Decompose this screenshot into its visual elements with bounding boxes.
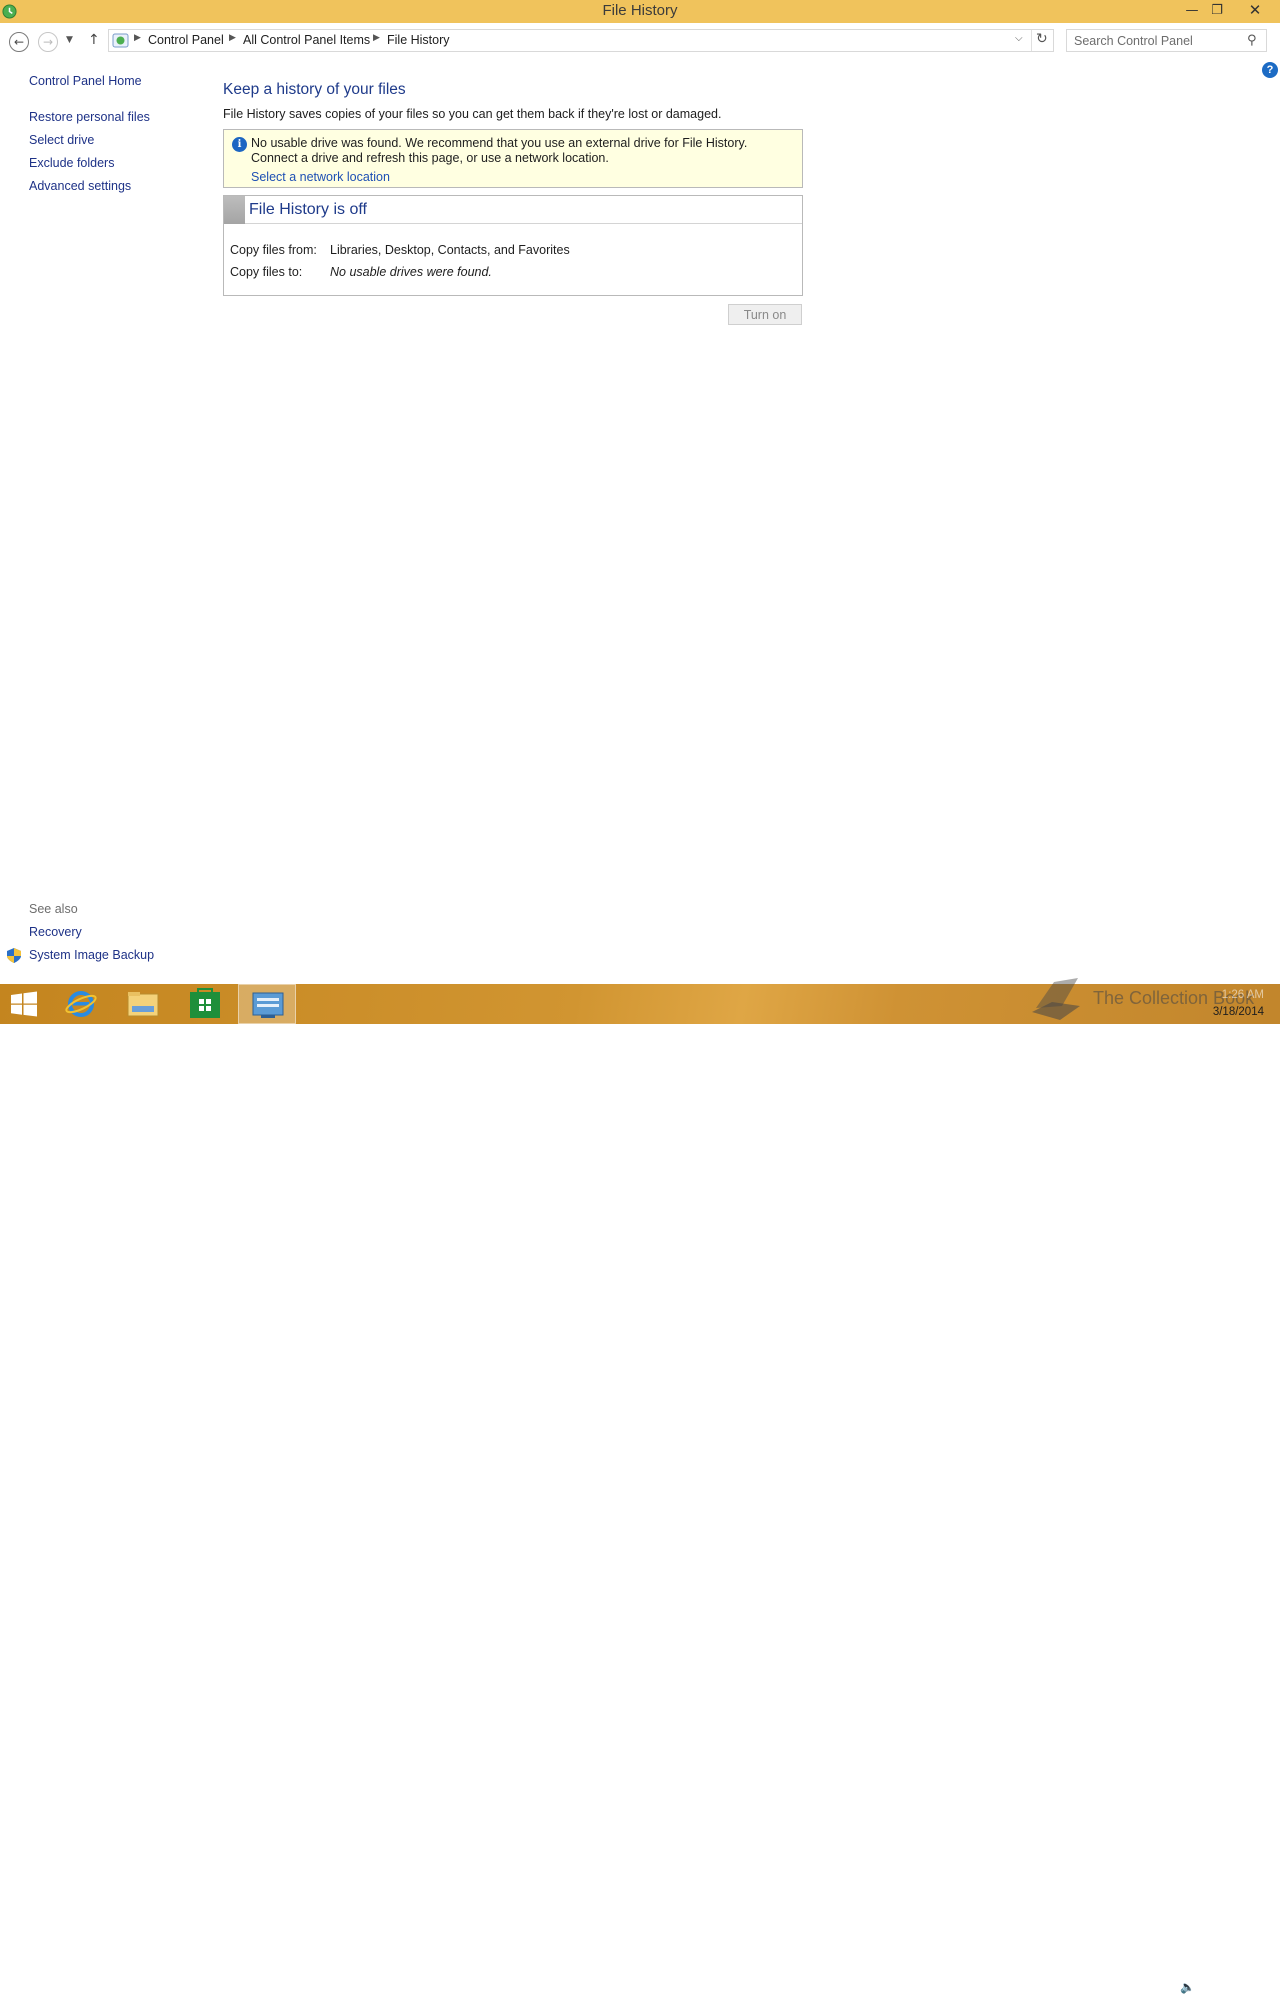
breadcrumb-separator-icon[interactable]: ▶ [229,33,236,43]
see-also-label: See also [29,902,78,916]
control-panel-icon [252,992,284,1018]
search-input[interactable] [1067,30,1242,51]
windows-logo-icon [11,991,37,1017]
address-divider [1031,30,1032,51]
advanced-settings-link[interactable]: Advanced settings [29,179,131,193]
arrow-left-icon: ← [13,35,25,49]
back-button[interactable]: ← [9,32,29,52]
uac-shield-icon [7,948,21,963]
show-hidden-icons-icon[interactable] [1108,1980,1120,1990]
recent-locations-chevron-icon[interactable]: ▼ [66,35,73,45]
window-title: File History [602,2,678,19]
network-icon[interactable]: ▣ [1156,1980,1167,1994]
store-icon [190,988,220,1018]
copy-from-value: Libraries, Desktop, Contacts, and Favori… [330,243,570,257]
copy-from-label: Copy files from: [230,243,317,257]
control-panel-location-icon [112,33,129,48]
title-bar: File History — ❐ ✕ [0,0,1280,23]
volume-icon[interactable]: 🔈 [1180,1980,1195,1994]
info-icon: i [232,137,247,152]
address-bar[interactable]: ▶ Control Panel ▶ All Control Panel Item… [108,29,1054,52]
clock-date[interactable]: 3/18/2014 [1200,1006,1264,1018]
store-taskbar-button[interactable] [176,984,234,1024]
address-dropdown-chevron-icon[interactable]: ⌵ [1015,33,1023,44]
warning-message: No usable drive was found. We recommend … [251,136,748,165]
file-history-status-panel: File History is off Copy files from: Lib… [223,195,803,296]
breadcrumb-separator-icon[interactable]: ▶ [134,33,141,43]
control-panel-taskbar-button[interactable] [238,984,296,1024]
copy-to-value: No usable drives were found. [330,265,492,279]
breadcrumb-control-panel[interactable]: Control Panel [148,33,224,47]
restore-button[interactable]: ❐ [1204,0,1230,20]
folder-icon [127,992,159,1017]
page-description: File History saves copies of your files … [223,107,722,121]
page-title: Keep a history of your files [223,81,406,98]
breadcrumb-separator-icon[interactable]: ▶ [373,33,380,43]
search-box[interactable]: ⚲ [1066,29,1267,52]
restore-personal-files-link[interactable]: Restore personal files [29,110,150,124]
clock-time[interactable]: 1:26 AM [1210,989,1264,1001]
minimize-button[interactable]: — [1179,0,1205,20]
copy-to-label: Copy files to: [230,265,303,279]
forward-button[interactable]: → [38,32,58,52]
status-title: File History is off [249,201,367,218]
close-button[interactable]: ✕ [1241,0,1269,20]
control-panel-home-link[interactable]: Control Panel Home [29,74,142,88]
internet-explorer-icon [65,991,97,1017]
action-center-flag-icon[interactable]: ⚑ [1132,1980,1143,1994]
up-arrow-icon[interactable]: ↑ [88,32,100,48]
no-drive-warning: i No usable drive was found. We recommen… [223,129,803,188]
select-drive-link[interactable]: Select drive [29,133,94,147]
status-indicator [224,196,245,224]
internet-explorer-taskbar-button[interactable] [52,984,110,1024]
start-button[interactable] [0,984,48,1024]
system-image-backup-link[interactable]: System Image Backup [29,948,154,962]
search-icon[interactable]: ⚲ [1247,33,1257,48]
navigation-bar: ← → ▼ ↑ ▶ Control Panel ▶ All Control Pa… [0,23,1280,59]
arrow-right-icon: → [42,35,54,49]
exclude-folders-link[interactable]: Exclude folders [29,156,114,170]
file-explorer-taskbar-button[interactable] [114,984,172,1024]
recovery-link[interactable]: Recovery [29,925,82,939]
breadcrumb-file-history[interactable]: File History [387,33,450,47]
select-network-location-link[interactable]: Select a network location [251,170,390,184]
status-header: File History is off [224,196,802,224]
turn-on-button[interactable]: Turn on [728,304,802,325]
refresh-icon[interactable]: ↻ [1036,31,1048,47]
breadcrumb-all-items[interactable]: All Control Panel Items [243,33,370,47]
help-icon[interactable]: ? [1262,62,1278,78]
